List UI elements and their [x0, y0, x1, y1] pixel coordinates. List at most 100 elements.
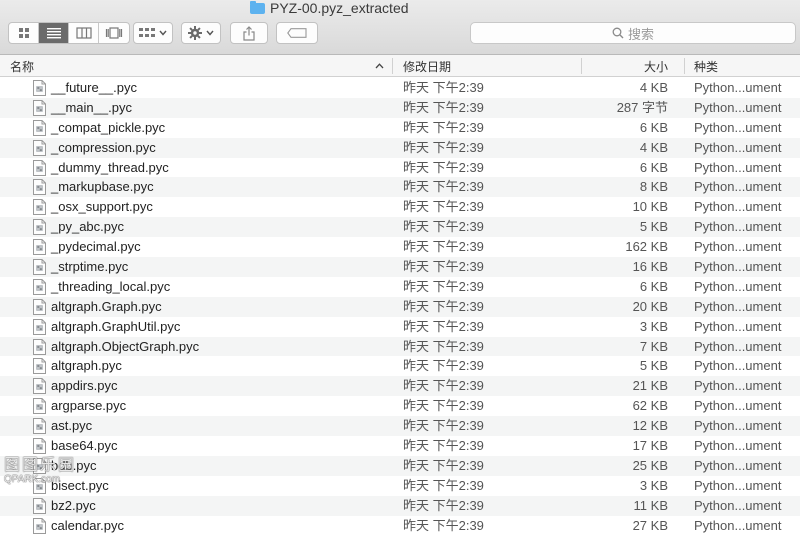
file-row[interactable]: appdirs.pyc 昨天 下午2:39 21 KB Python...ument: [0, 376, 800, 397]
python-file-icon: [33, 378, 46, 395]
gallery-view-button[interactable]: [99, 23, 129, 43]
file-date: 昨天 下午2:39: [403, 80, 484, 95]
file-size: 62 KB: [632, 398, 668, 414]
python-file-icon: [33, 517, 46, 534]
icon-view-icon: [18, 28, 29, 38]
file-size: 162 KB: [625, 239, 668, 255]
gear-icon: [188, 26, 202, 40]
file-kind: Python...ument: [694, 378, 782, 394]
file-name: argparse.pyc: [51, 398, 127, 414]
column-divider[interactable]: [392, 58, 393, 74]
file-size: 27 KB: [632, 517, 668, 533]
file-row[interactable]: _compression.pyc 昨天 下午2:39 4 KB Python...um…: [0, 137, 800, 158]
file-date: 昨天 下午2:39: [403, 378, 484, 394]
file-row[interactable]: _osx_support.pyc 昨天 下午2:39 10 KB Python...u…: [0, 197, 800, 217]
file-size: 12 KB: [632, 418, 668, 434]
file-name: bz2.pyc: [51, 497, 96, 513]
file-row[interactable]: ast.pyc 昨天 下午2:39 12 KB Python...ument: [0, 416, 800, 437]
file-kind: Python...ument: [694, 259, 782, 275]
file-row[interactable]: _markupbase.pyc 昨天 下午2:39 8 KB Python...ume…: [0, 177, 800, 198]
column-divider[interactable]: [684, 58, 685, 74]
file-row[interactable]: _pydecimal.pyc 昨天 下午2:39 162 KB Python...um…: [0, 237, 800, 257]
file-size: 287 字节: [616, 99, 668, 115]
file-size: 17 KB: [632, 438, 668, 454]
file-kind: Python...ument: [694, 338, 782, 354]
column-header-size[interactable]: 大小: [600, 55, 668, 77]
file-name: _dummy_thread.pyc: [51, 159, 169, 175]
file-kind: Python...ument: [694, 457, 782, 473]
file-date: 昨天 下午2:39: [403, 199, 484, 215]
column-header-kind[interactable]: 种类: [694, 55, 718, 77]
file-size: 16 KB: [632, 259, 668, 275]
column-header-date[interactable]: 修改日期: [403, 55, 451, 77]
file-name: _py_abc.pyc: [51, 219, 124, 235]
file-date: 昨天 下午2:39: [403, 358, 484, 374]
file-row[interactable]: _threading_local.pyc 昨天 下午2:39 6 KB Python.…: [0, 277, 800, 297]
file-list: __future__.pyc 昨天 下午2:39 4 KB Python...umen…: [0, 78, 800, 535]
window-title-text: PYZ-00.pyz_extracted: [270, 0, 409, 16]
file-kind: Python...ument: [694, 179, 782, 195]
python-file-icon: [33, 338, 46, 355]
file-row[interactable]: altgraph.Graph.pyc 昨天 下午2:39 20 KB Python..…: [0, 296, 800, 317]
sort-ascending-icon: [375, 63, 384, 69]
chevron-down-icon: [159, 30, 167, 36]
file-date: 昨天 下午2:39: [403, 477, 484, 493]
file-name: altgraph.ObjectGraph.pyc: [51, 338, 200, 354]
file-row[interactable]: bz2.pyc 昨天 下午2:39 11 KB Python...ument: [0, 495, 800, 516]
file-row[interactable]: __future__.pyc 昨天 下午2:39 4 KB Python...umen…: [0, 78, 800, 98]
file-date: 昨天 下午2:39: [403, 119, 484, 135]
file-row[interactable]: _strptime.pyc 昨天 下午2:39 16 KB Python...umen…: [0, 257, 800, 277]
file-row[interactable]: altgraph.GraphUtil.pyc 昨天 下午2:39 3 KB Pytho…: [0, 317, 800, 337]
file-row[interactable]: _py_abc.pyc 昨天 下午2:39 5 KB Python...ument: [0, 217, 800, 238]
file-kind: Python...ument: [694, 99, 782, 115]
edit-tags-button[interactable]: [276, 22, 318, 44]
icon-view-button[interactable]: [9, 23, 39, 43]
file-size: 5 KB: [639, 358, 668, 374]
file-name: calendar.pyc: [51, 517, 124, 533]
python-file-icon: [33, 219, 46, 236]
python-file-icon: [33, 239, 46, 256]
watermark-logo-text: 图图乐园: [4, 457, 77, 474]
file-row[interactable]: bdb.pyc 昨天 下午2:39 25 KB Python...ument: [0, 455, 800, 476]
column-header-name[interactable]: 名称: [10, 55, 34, 77]
watermark-site-text: QPARK.com: [4, 474, 60, 485]
file-size: 21 KB: [632, 378, 668, 394]
file-row[interactable]: argparse.pyc 昨天 下午2:39 62 KB Python...ument: [0, 396, 800, 416]
folder-icon: [250, 0, 265, 14]
python-file-icon: [33, 99, 46, 116]
share-button[interactable]: [230, 22, 268, 44]
file-size: 11 KB: [633, 497, 668, 513]
file-date: 昨天 下午2:39: [403, 338, 484, 354]
search-icon: [612, 27, 624, 39]
file-name: _compat_pickle.pyc: [51, 119, 166, 135]
list-view-button[interactable]: [39, 23, 69, 43]
column-view-button[interactable]: [69, 23, 99, 43]
file-date: 昨天 下午2:39: [403, 517, 484, 533]
file-row[interactable]: calendar.pyc 昨天 下午2:39 27 KB Python...ument: [0, 516, 800, 536]
file-size: 25 KB: [632, 457, 668, 473]
file-date: 昨天 下午2:39: [403, 278, 484, 294]
file-row[interactable]: altgraph.pyc 昨天 下午2:39 5 KB Python...ument: [0, 356, 800, 376]
file-row[interactable]: __main__.pyc 昨天 下午2:39 287 字节 Python...umen…: [0, 97, 800, 118]
file-kind: Python...ument: [694, 119, 782, 135]
file-name: _markupbase.pyc: [51, 179, 154, 195]
file-row[interactable]: bisect.pyc 昨天 下午2:39 3 KB Python...ument: [0, 476, 800, 496]
file-date: 昨天 下午2:39: [403, 318, 484, 334]
file-row[interactable]: altgraph.ObjectGraph.pyc 昨天 下午2:39 7 KB Pyt…: [0, 336, 800, 357]
action-button[interactable]: [181, 22, 221, 44]
file-size: 20 KB: [632, 298, 668, 314]
list-view-icon: [46, 28, 61, 39]
file-row[interactable]: _dummy_thread.pyc 昨天 下午2:39 6 KB Python...u…: [0, 158, 800, 178]
file-row[interactable]: base64.pyc 昨天 下午2:39 17 KB Python...ument: [0, 436, 800, 456]
file-name: altgraph.pyc: [51, 358, 122, 374]
file-name: _strptime.pyc: [51, 259, 129, 275]
window-title: PYZ-00.pyz_extracted: [250, 0, 409, 16]
search-field[interactable]: 搜索: [470, 22, 796, 44]
column-divider[interactable]: [581, 58, 582, 74]
file-size: 3 KB: [639, 477, 668, 493]
file-kind: Python...ument: [694, 318, 782, 334]
file-row[interactable]: _compat_pickle.pyc 昨天 下午2:39 6 KB Python...…: [0, 118, 800, 138]
file-name: _threading_local.pyc: [51, 278, 171, 294]
group-by-button[interactable]: [133, 22, 173, 44]
column-view-icon: [75, 27, 92, 39]
